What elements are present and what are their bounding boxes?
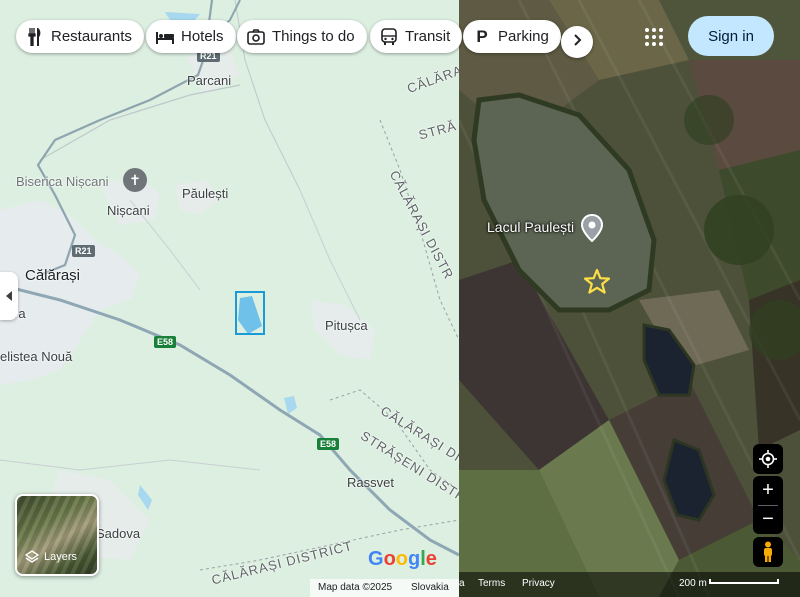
street-view-pegman-button[interactable] [753, 537, 783, 567]
terms-link[interactable]: Terms [478, 578, 505, 589]
road-badge-e58-b: E58 [317, 438, 340, 450]
chip-hotels[interactable]: Hotels [146, 20, 236, 53]
chip-label-restaurants: Restaurants [51, 28, 132, 45]
bus-icon [380, 27, 398, 46]
place-label-selistea[interactable]: elistea Nouă [0, 349, 72, 364]
country-label[interactable]: Slovakia [411, 582, 449, 593]
bed-icon [156, 28, 174, 46]
location-pin-icon[interactable] [580, 213, 604, 243]
zoom-control: + − [753, 476, 783, 534]
place-label-calarasi[interactable]: Călărași [25, 267, 80, 284]
apps-grid-icon[interactable] [644, 27, 664, 47]
layers-button[interactable]: Layers [15, 494, 99, 576]
chip-label-hotels: Hotels [181, 28, 224, 45]
scale-bar[interactable] [709, 579, 779, 584]
place-label-pitusca[interactable]: Pitușca [325, 318, 368, 333]
map-footer-right [459, 572, 800, 597]
my-location-icon [759, 450, 777, 468]
camera-icon [247, 28, 265, 46]
church-icon[interactable]: ✝ [123, 168, 147, 192]
sign-in-button[interactable]: Sign in [688, 16, 774, 56]
chevron-right-icon [572, 33, 582, 51]
road-badge-r21: R21 [72, 245, 95, 257]
minus-icon: − [762, 508, 774, 530]
viewport-highlight-box [235, 291, 265, 335]
place-label-parcani[interactable]: Parcani [187, 73, 231, 88]
place-label-rassvet[interactable]: Rassvet [347, 475, 394, 490]
map-panel-left[interactable]: R21 R21 E58 E58 Parcani Biserica Nișcani… [0, 0, 459, 597]
pegman-icon [764, 541, 772, 562]
place-label-biserica[interactable]: Biserica Nișcani [16, 174, 108, 189]
zoom-in-button[interactable]: + [753, 476, 783, 505]
my-location-button[interactable] [753, 444, 783, 474]
collapse-panel-button[interactable] [0, 272, 18, 320]
chip-label-things-to-do: Things to do [272, 28, 355, 45]
satellite-imagery [459, 0, 800, 597]
google-logo: Google [368, 548, 437, 570]
place-label-paulesti[interactable]: Păulești [182, 186, 228, 201]
chip-parking[interactable]: P Parking [463, 20, 561, 53]
map-panel-right[interactable]: Lacul Paulești Sign in + − a Terms Priva… [459, 0, 800, 597]
chip-label-parking: Parking [498, 28, 549, 45]
chevron-left-icon [6, 291, 12, 301]
place-label-sadova[interactable]: Sadova [96, 526, 140, 541]
map-data-attribution: Map data ©2025 [318, 582, 393, 593]
zoom-out-button[interactable]: − [753, 505, 783, 534]
footer-partial-text: a [459, 578, 465, 589]
chip-label-transit: Transit [405, 28, 451, 45]
layers-label: Layers [44, 551, 78, 563]
chip-things-to-do[interactable]: Things to do [237, 20, 367, 53]
plus-icon: + [762, 479, 774, 501]
road-badge-e58-a: E58 [154, 336, 177, 348]
parking-icon: P [476, 26, 488, 46]
privacy-link[interactable]: Privacy [522, 578, 555, 589]
more-chips-button[interactable] [561, 26, 593, 58]
scale-label[interactable]: 200 m [679, 578, 707, 589]
fork-knife-icon [26, 27, 44, 46]
layers-icon [24, 550, 40, 564]
chip-restaurants[interactable]: Restaurants [16, 20, 144, 53]
place-label-lake[interactable]: Lacul Paulești [487, 219, 574, 235]
saved-place-star-icon[interactable] [583, 268, 611, 296]
place-label-niscani[interactable]: Nișcani [107, 203, 150, 218]
chip-transit[interactable]: Transit [370, 20, 463, 53]
